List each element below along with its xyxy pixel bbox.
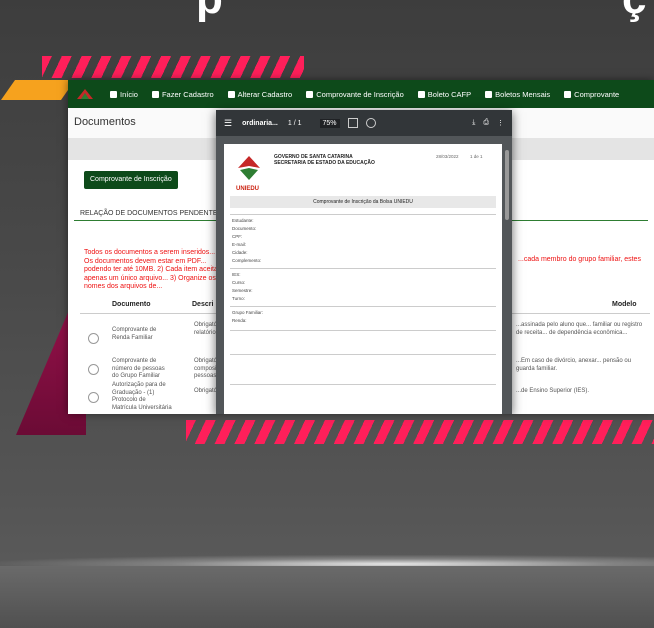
row-description: ...assinada pelo aluno que... familiar o…: [516, 322, 643, 336]
nav-label: Alterar Cadastro: [237, 89, 293, 99]
nav-label: Comprovante: [574, 89, 620, 99]
row-description: ...Em caso de divórcio, anexar... pensão…: [516, 358, 632, 372]
pdf-page-indicator[interactable]: 1 / 1: [288, 120, 302, 127]
edit-icon: [151, 90, 159, 98]
th-document: Documento: [112, 301, 151, 308]
calendar-icon: [485, 90, 493, 98]
doc-field: E-mail:: [232, 242, 247, 247]
menu-icon[interactable]: ☰: [224, 118, 232, 129]
doc-divider: [230, 384, 496, 385]
doc-divider: [230, 330, 496, 331]
edit-icon: [227, 90, 235, 98]
decor-orange-band: [0, 80, 76, 100]
pdf-filename: ordinaria...: [242, 119, 278, 127]
doc-field: Turno:: [232, 296, 245, 301]
nav-item-boleto-cafp[interactable]: Boleto CAFP: [417, 89, 472, 99]
nav-item-alterar-cadastro[interactable]: Alterar Cadastro: [227, 89, 293, 99]
doc-field: Complemento:: [232, 258, 262, 263]
fit-page-icon[interactable]: [347, 118, 358, 128]
download-icon[interactable]: ⤓: [472, 119, 475, 127]
doc-title: Comprovante de Inscrição da Bolsa UNIEDU: [230, 196, 496, 208]
pdf-page: UNIEDU GOVERNO DE SANTA CATARINA SECRETA…: [224, 144, 502, 414]
red-notice-right: ...cada membro do grupo familiar, estes: [518, 256, 641, 263]
doc-divider: [230, 354, 496, 355]
nav-item-comprovante[interactable]: Comprovante: [564, 90, 619, 99]
red-notice-left: Todos os documentos a serem inseridos...…: [84, 249, 224, 290]
nav-label: Boletos Mensais: [495, 89, 551, 99]
doc-page-label: 1 de 1: [470, 154, 483, 159]
th-model: Modelo: [612, 301, 637, 308]
doc-field: Documento:: [232, 226, 257, 231]
pdf-toolbar: ☰ ordinaria... 1 / 1 75% ⤓ ⎙ ⋮: [216, 110, 512, 136]
banner-title: p ç: [0, 0, 654, 24]
pdf-viewer: ☰ ordinaria... 1 / 1 75% ⤓ ⎙ ⋮ UNIEDU GO…: [216, 110, 512, 414]
nav-label: Fazer Cadastro: [161, 89, 214, 99]
th-description: Descri: [192, 301, 214, 308]
row-radio[interactable]: [88, 333, 99, 344]
row-radio[interactable]: [88, 364, 99, 375]
nav-label: Comprovante de Inscrição: [316, 89, 404, 99]
document-icon: [306, 90, 314, 98]
more-icon[interactable]: ⋮: [497, 119, 504, 127]
nav-label: Boleto CAFP: [427, 89, 472, 99]
top-navbar: Início Fazer Cadastro Alterar Cadastro C…: [68, 80, 654, 108]
rotate-icon[interactable]: [365, 118, 376, 128]
row-document: Comprovante de Renda Familiar: [112, 327, 157, 341]
pdf-zoom[interactable]: 75%: [319, 118, 340, 128]
barcode-icon: [417, 90, 425, 98]
doc-field: Semestre:: [232, 288, 253, 293]
nav-item-boletos-mensais[interactable]: Boletos Mensais: [485, 90, 550, 99]
section-title: RELAÇÃO DE DOCUMENTOS PENDENTES: [80, 210, 223, 217]
nav-item-inicio[interactable]: Início: [110, 90, 138, 99]
doc-field: Cidade:: [232, 250, 248, 255]
doc-divider: [230, 214, 496, 215]
doc-date: 28/03/2022: [436, 154, 459, 159]
file-icon: [564, 90, 572, 98]
decor-bottom-band: [0, 566, 654, 628]
doc-org-line2: SECRETARIA DE ESTADO DA EDUCAÇÃO: [274, 160, 375, 166]
decor-stripes-bottom: [186, 420, 654, 444]
doc-field: Renda:: [232, 318, 247, 323]
nav-label: Início: [120, 89, 138, 99]
row-document: Comprovante de número de pessoas do Grup…: [112, 358, 165, 379]
row-radio[interactable]: [88, 392, 99, 403]
banner-title-right: ç: [622, 0, 648, 24]
doc-field: Grupo Familiar:: [232, 310, 264, 315]
doc-field: Estudante:: [232, 218, 254, 223]
doc-divider: [230, 306, 496, 307]
pdf-scrollbar[interactable]: [505, 150, 509, 220]
doc-divider: [230, 268, 496, 269]
app-screenshot: Início Fazer Cadastro Alterar Cadastro C…: [68, 80, 654, 414]
nav-item-comprovante-inscricao[interactable]: Comprovante de Inscrição: [306, 90, 404, 99]
home-icon: [110, 90, 117, 98]
doc-field: CPF:: [232, 234, 243, 239]
uniedu-logo-icon: [238, 156, 260, 180]
row-document: Autorização para de Graduação - (1) Prot…: [112, 382, 172, 411]
proof-of-registration-button[interactable]: Comprovante de Inscrição: [84, 171, 178, 189]
page-title: Documentos: [74, 116, 136, 128]
row-description: ...de Ensino Superior (IES).: [516, 388, 590, 394]
nav-item-fazer-cadastro[interactable]: Fazer Cadastro: [151, 89, 214, 99]
banner-title-left: p: [196, 0, 225, 24]
decor-stripes-top: [42, 56, 304, 78]
doc-logo-text: UNIEDU: [236, 186, 260, 192]
doc-field: Curso:: [232, 280, 246, 285]
print-icon[interactable]: ⎙: [483, 119, 489, 127]
doc-field: IES:: [232, 272, 241, 277]
doc-organization: GOVERNO DE SANTA CATARINA SECRETARIA DE …: [274, 154, 375, 166]
app-logo: [74, 86, 96, 102]
